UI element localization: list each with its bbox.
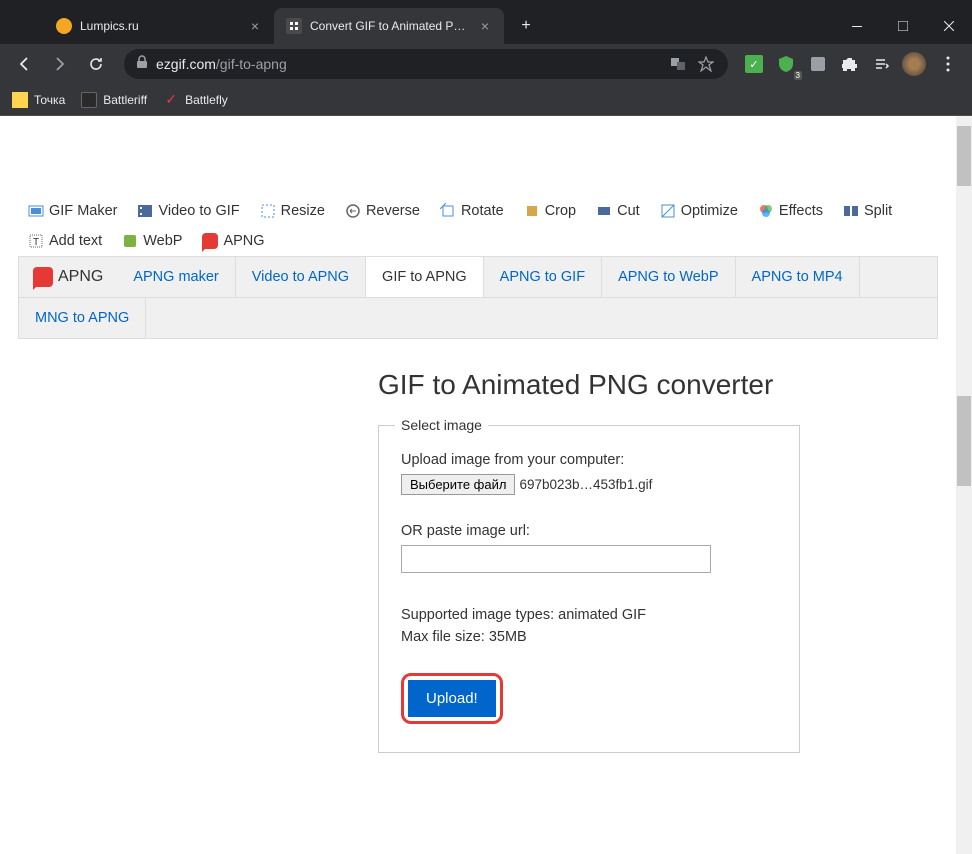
nav-webp[interactable]: WebP xyxy=(112,226,192,256)
primary-tool-nav: GIF Maker Video to GIF Resize Reverse Ro… xyxy=(18,116,938,256)
star-icon[interactable] xyxy=(696,54,716,74)
form-legend: Select image xyxy=(395,417,488,433)
shield-icon-dark xyxy=(81,92,97,108)
crop-icon xyxy=(524,203,540,219)
apng-logo-icon xyxy=(33,267,53,287)
translate-icon[interactable] xyxy=(668,54,688,74)
split-icon xyxy=(843,203,859,219)
selected-file-name: 697b023b…453fb1.gif xyxy=(519,477,652,492)
extension-shield[interactable]: 3 xyxy=(772,50,800,78)
main-content: GIF to Animated PNG converter Select ima… xyxy=(18,339,938,753)
page-content: GIF Maker Video to GIF Resize Reverse Ro… xyxy=(0,116,956,854)
tab-lumpics[interactable]: Lumpics.ru × xyxy=(44,8,274,44)
window-controls xyxy=(834,8,972,44)
profile-avatar[interactable] xyxy=(900,50,928,78)
subnav-apng-to-webp[interactable]: APNG to WebP xyxy=(602,257,735,297)
subnav-mng-to-apng[interactable]: MNG to APNG xyxy=(19,298,146,338)
tab-title: Convert GIF to Animated PNG xyxy=(310,19,470,33)
upload-button[interactable]: Upload! xyxy=(408,680,496,717)
nav-effects[interactable]: Effects xyxy=(748,196,833,226)
text-icon: T xyxy=(28,233,44,249)
reverse-icon xyxy=(345,203,361,219)
nav-add-text[interactable]: TAdd text xyxy=(18,226,112,256)
extension-check[interactable]: ✓ xyxy=(740,50,768,78)
or-paste-label: OR paste image url: xyxy=(401,523,777,539)
subnav-apng-to-mp4[interactable]: APNG to MP4 xyxy=(736,257,860,297)
menu-button[interactable] xyxy=(932,48,964,80)
browser-titlebar: Lumpics.ru × Convert GIF to Animated PNG… xyxy=(0,0,972,44)
minimize-button[interactable] xyxy=(834,8,880,44)
new-tab-button[interactable]: + xyxy=(512,12,540,40)
nav-apng[interactable]: APNG xyxy=(192,226,274,256)
nav-optimize[interactable]: Optimize xyxy=(650,196,748,226)
nav-gif-maker[interactable]: GIF Maker xyxy=(18,196,127,226)
reload-button[interactable] xyxy=(80,48,112,80)
subnav-logo: APNG xyxy=(19,257,117,297)
maximize-button[interactable] xyxy=(880,8,926,44)
bookmarks-bar: Точка Battleriff ✓ Battlefly xyxy=(0,84,972,116)
back-button[interactable] xyxy=(8,48,40,80)
close-icon[interactable]: × xyxy=(248,19,262,33)
subnav-apng-to-gif[interactable]: APNG to GIF xyxy=(484,257,602,297)
video-icon xyxy=(137,203,153,219)
folder-icon xyxy=(12,92,28,108)
close-window-button[interactable] xyxy=(926,8,972,44)
bookmark-tochka[interactable]: Точка xyxy=(12,92,65,108)
file-input-row: Выберите файл 697b023b…453fb1.gif xyxy=(401,474,777,495)
film-icon xyxy=(28,203,44,219)
browser-toolbar: ezgif.com/gif-to-apng ✓ 3 xyxy=(0,44,972,84)
subnav-video-to-apng[interactable]: Video to APNG xyxy=(236,257,366,297)
upload-info: Supported image types: animated GIF Max … xyxy=(401,605,777,649)
extension-badge: 3 xyxy=(794,71,802,80)
bookmark-battleriff[interactable]: Battleriff xyxy=(81,92,147,108)
favicon-ezgif xyxy=(286,18,302,34)
scrollbar[interactable] xyxy=(956,116,972,854)
nav-rotate[interactable]: Rotate xyxy=(430,196,514,226)
close-icon[interactable]: × xyxy=(478,19,492,33)
extensions-icon[interactable] xyxy=(836,50,864,78)
upload-label: Upload image from your computer: xyxy=(401,452,777,468)
svg-text:T: T xyxy=(33,237,39,248)
forward-button[interactable] xyxy=(44,48,76,80)
optimize-icon xyxy=(660,203,676,219)
flame-icon: ✓ xyxy=(163,92,179,108)
subnav-gif-to-apng[interactable]: GIF to APNG xyxy=(366,257,484,297)
apng-subnav: APNG APNG maker Video to APNG GIF to APN… xyxy=(18,256,938,298)
lock-icon xyxy=(136,55,148,74)
nav-reverse[interactable]: Reverse xyxy=(335,196,430,226)
scrollbar-thumb[interactable] xyxy=(957,126,971,186)
image-url-input[interactable] xyxy=(401,545,711,573)
nav-video-to-gif[interactable]: Video to GIF xyxy=(127,196,249,226)
nav-resize[interactable]: Resize xyxy=(250,196,335,226)
upload-highlight: Upload! xyxy=(401,673,503,724)
extension-grey[interactable] xyxy=(804,50,832,78)
webp-icon xyxy=(122,233,138,249)
resize-icon xyxy=(260,203,276,219)
bookmark-battlefly[interactable]: ✓ Battlefly xyxy=(163,92,228,108)
upload-form: Select image Upload image from your comp… xyxy=(378,425,800,753)
apng-subnav-row2: MNG to APNG xyxy=(18,298,938,339)
scrollbar-thumb[interactable] xyxy=(957,396,971,486)
subnav-apng-maker[interactable]: APNG maker xyxy=(117,257,235,297)
rotate-icon xyxy=(440,203,456,219)
tab-ezgif[interactable]: Convert GIF to Animated PNG × xyxy=(274,8,504,44)
reading-list-icon[interactable] xyxy=(868,50,896,78)
choose-file-button[interactable]: Выберите файл xyxy=(401,474,515,495)
page-title: GIF to Animated PNG converter xyxy=(378,369,938,401)
cut-icon xyxy=(596,203,612,219)
tab-title: Lumpics.ru xyxy=(80,19,240,33)
apng-icon xyxy=(202,233,218,249)
nav-split[interactable]: Split xyxy=(833,196,902,226)
url-text: ezgif.com/gif-to-apng xyxy=(156,56,660,72)
nav-cut[interactable]: Cut xyxy=(586,196,650,226)
favicon-lumpics xyxy=(56,18,72,34)
address-bar[interactable]: ezgif.com/gif-to-apng xyxy=(124,49,728,79)
effects-icon xyxy=(758,203,774,219)
page-viewport: GIF Maker Video to GIF Resize Reverse Ro… xyxy=(0,116,972,854)
nav-crop[interactable]: Crop xyxy=(514,196,586,226)
